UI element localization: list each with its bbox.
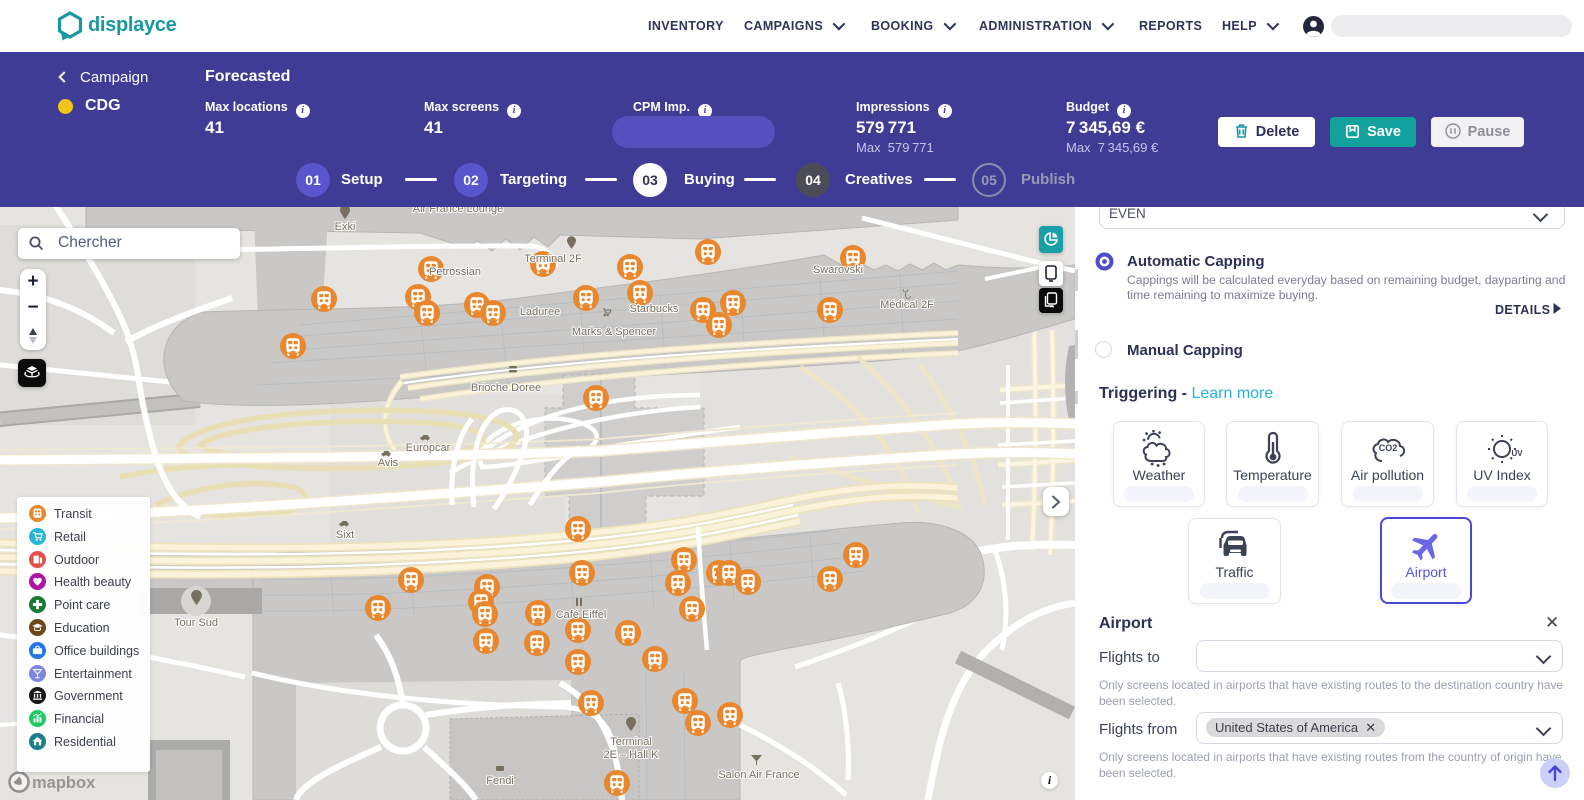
svg-text:Café Eiffel: Café Eiffel — [556, 609, 607, 621]
svg-text:Brioche Doree: Brioche Doree — [471, 382, 541, 394]
svg-text:Salon Air France: Salon Air France — [718, 769, 799, 781]
svg-text:Swarovski: Swarovski — [813, 264, 863, 276]
svg-text:Laduree: Laduree — [520, 306, 560, 318]
svg-text:Sixt: Sixt — [336, 529, 354, 541]
svg-text:Avis: Avis — [378, 457, 399, 469]
svg-text:Europcar: Europcar — [406, 442, 451, 454]
svg-text:Fendi: Fendi — [486, 775, 514, 787]
svg-text:Tour Sud: Tour Sud — [174, 617, 218, 629]
svg-text:Marks & Spencer: Marks & Spencer — [572, 326, 657, 338]
svg-text:Terminal 2F: Terminal 2F — [524, 253, 582, 265]
svg-text:Médical 2F: Médical 2F — [880, 299, 934, 311]
svg-text:Exki: Exki — [335, 221, 356, 233]
svg-text:Starbucks: Starbucks — [630, 303, 679, 315]
svg-text:CO2: CO2 — [1378, 443, 1397, 453]
svg-text:Terminal: Terminal — [610, 736, 652, 748]
svg-text:2E – Hall K: 2E – Hall K — [603, 749, 659, 761]
svg-text:Petrossian: Petrossian — [429, 266, 481, 278]
svg-text:UV: UV — [1512, 449, 1524, 458]
svg-text:mapbox: mapbox — [32, 774, 96, 792]
